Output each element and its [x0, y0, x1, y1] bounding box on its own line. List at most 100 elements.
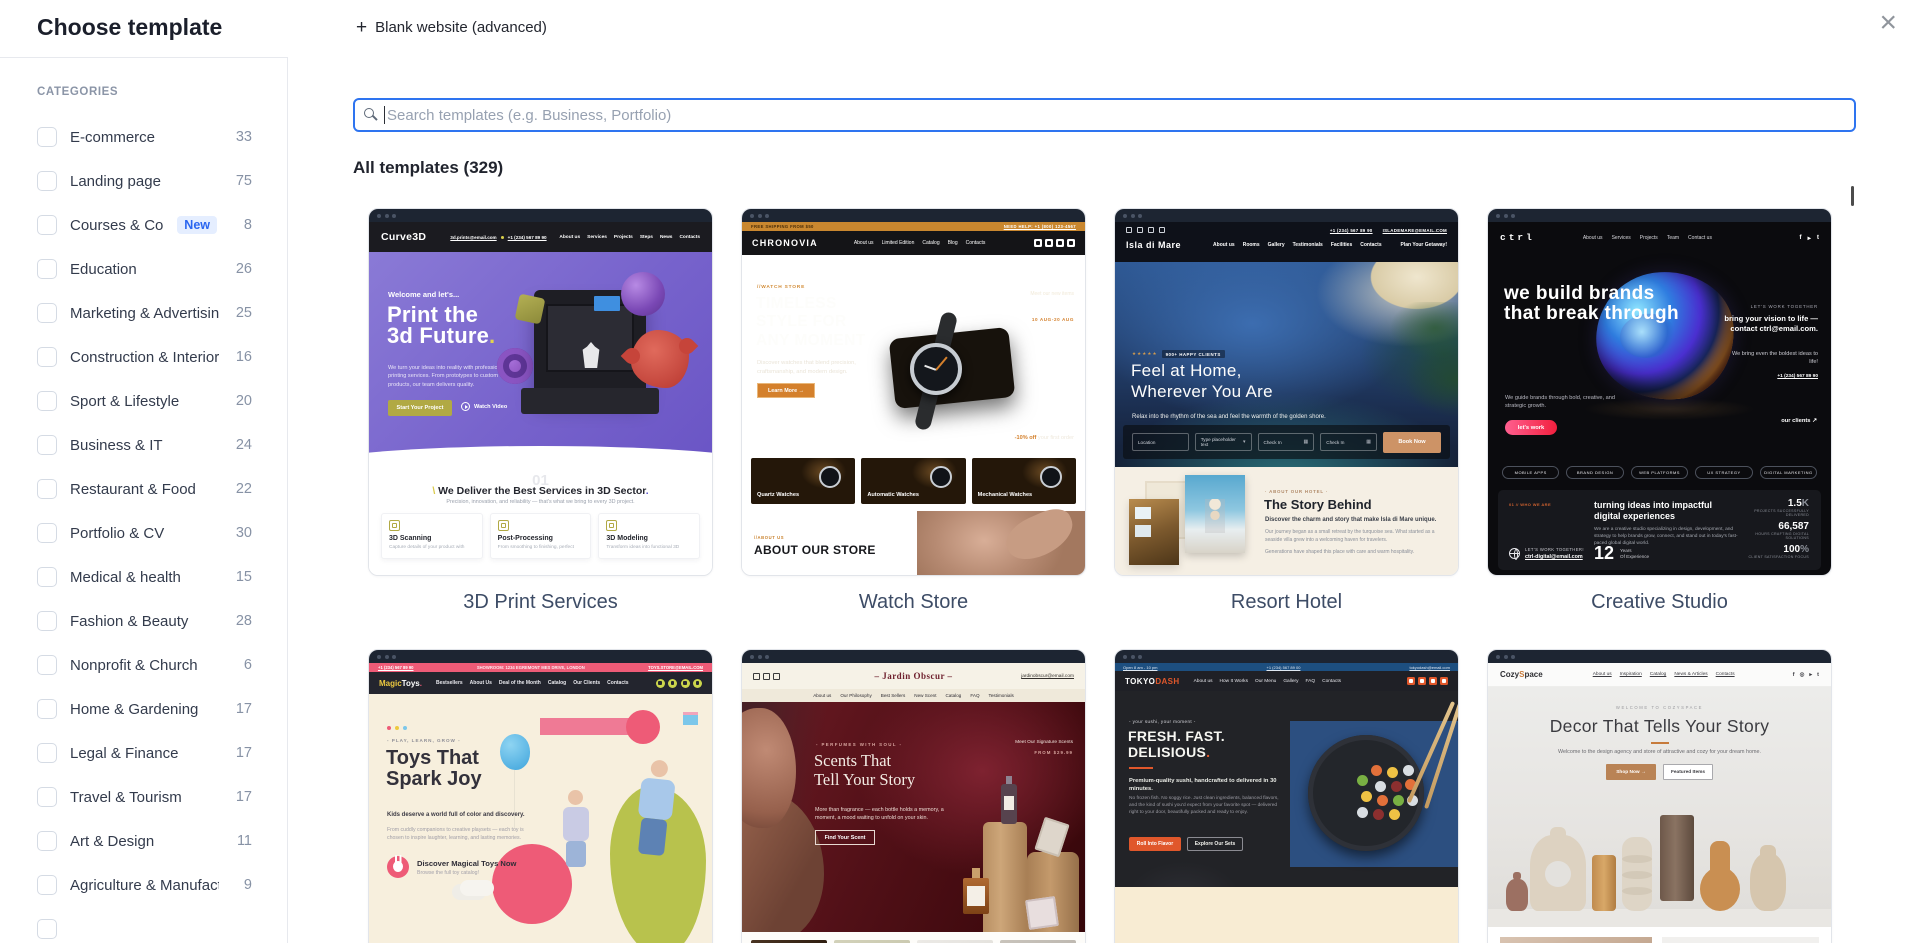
category-checkbox[interactable]	[37, 127, 57, 147]
mini-nav-item: FAQ	[1305, 678, 1316, 684]
category-checkbox[interactable]	[37, 435, 57, 455]
template-thumbnail[interactable]: +1 (234) 567 89 90 SHOWROOM: 1234 EGREMON…	[368, 649, 713, 943]
mini-nav-item: Contacts	[1360, 242, 1382, 248]
vases-graphic	[1488, 815, 1831, 927]
title-line: 3d Future	[387, 323, 490, 349]
mini-desc: More than fragrance — each bottle holds …	[815, 807, 944, 822]
template-thumbnail[interactable]: ctrl About us Services Projects Team Contact…	[1487, 208, 1832, 576]
mini-nav-item: Rooms	[1242, 242, 1260, 248]
sushi-plate-graphic	[1308, 735, 1424, 851]
mini-site-header: ctrl About us Services Projects Team Contact…	[1488, 222, 1831, 243]
category-item[interactable]: Marketing & Advertising 25	[0, 291, 287, 335]
category-checkbox[interactable]	[37, 875, 57, 895]
mini-nav: About us How It Works Our Menu Gallery FAQ Co…	[1194, 679, 1341, 684]
category-checkbox[interactable]	[37, 787, 57, 807]
decor-cube	[514, 293, 546, 325]
book-now-button: Book Now	[1383, 431, 1441, 453]
category-item[interactable]: Sport & Lifestyle 20	[0, 379, 287, 423]
mini-nav-item: New Scent	[914, 693, 937, 698]
social-icons: f ▸ t	[1799, 234, 1819, 242]
category-item[interactable]: Travel & Tourism 17	[0, 775, 287, 819]
category-checkbox[interactable]	[37, 831, 57, 851]
featured-items-button: Featured Items	[1663, 764, 1713, 780]
mini-nav-item: Contacts	[607, 680, 629, 686]
field-icon: ▦	[1366, 439, 1371, 445]
template-card-jardin-obscur: – Jardin Obscur – jardinobscur@email.com…	[741, 649, 1086, 943]
category-checkbox[interactable]	[37, 303, 57, 323]
aside-kicker: LET'S WORK TOGETHER	[1750, 304, 1818, 309]
category-item[interactable]: Construction & Interior 16	[0, 335, 287, 379]
category-count: 8	[243, 217, 252, 233]
mini-desc: We guide brands through bold, creative, …	[1505, 395, 1615, 410]
mini-site-header: Curve3D 3d.prints@email.com +1 (234) 567 …	[369, 222, 712, 252]
template-thumbnail[interactable]: +1 (234) 567 89 90 ISLADEMARE@EMAIL.COM I…	[1114, 208, 1459, 576]
child-figure	[560, 790, 594, 870]
template-thumbnail[interactable]: FREE SHIPPING FROM $50 NEED HELP: +1 (800…	[741, 208, 1086, 576]
mini-kicker: WELCOME TO COZYSPACE	[1615, 705, 1704, 710]
category-label: Medical & health	[70, 568, 181, 586]
browser-chrome	[1488, 650, 1831, 663]
tile-watch-icon	[1039, 466, 1062, 488]
category-item[interactable]: Restaurant & Food 22	[0, 467, 287, 511]
mini-nav: Bestsellers About Us Deal of the Month Cata…	[436, 680, 629, 686]
mini-nav: About us Services Projects Steps News Contact…	[559, 235, 700, 240]
figure-head	[568, 790, 583, 805]
category-item[interactable]: Home & Gardening 17	[0, 687, 287, 731]
category-checkbox[interactable]	[37, 391, 57, 411]
search-input[interactable]	[353, 98, 1856, 132]
category-item[interactable]: Courses & Coaching New 8	[0, 203, 287, 247]
mini-phone: +1 (234) 567 89 90	[507, 234, 547, 240]
template-thumbnail[interactable]: CozySpace About us Inspiration Catalog News…	[1487, 649, 1832, 943]
service-pill: WEB PLATFORMS	[1630, 466, 1689, 479]
category-item[interactable]: Landing page 75	[0, 159, 287, 203]
mini-hero: - PLAY, LEARN, GROW - Toys That Spark Jo…	[369, 694, 712, 943]
category-count: 17	[235, 745, 252, 761]
category-label: Landing page	[70, 172, 161, 190]
section-title-text: We Deliver the Best Services in 3D Secto…	[435, 485, 646, 497]
blank-website-button[interactable]: + Blank website (advanced)	[356, 18, 547, 37]
category-checkbox[interactable]	[37, 523, 57, 543]
category-item[interactable]: Agriculture & Manufacturing 9	[0, 863, 287, 907]
category-checkbox[interactable]	[37, 259, 57, 279]
mini-logo: Curve3D	[381, 231, 427, 243]
cta-text: Discover Magical Toys Now Browse the full…	[417, 859, 516, 876]
category-item[interactable]: Education 26	[0, 247, 287, 291]
donut-vase	[1530, 827, 1586, 911]
facebook-icon	[1034, 239, 1042, 247]
mini-title: Toys That Spark Joy	[386, 747, 482, 790]
window-dot	[1138, 213, 1142, 218]
category-checkbox[interactable]	[37, 611, 57, 631]
template-thumbnail[interactable]: Curve3D 3d.prints@email.com +1 (234) 567 …	[368, 208, 713, 576]
mini-nav: About us Rooms Gallery Testimonials Faciliti…	[1213, 242, 1382, 248]
stars-icon: ★★★★★	[1132, 351, 1158, 356]
dot-icon	[500, 235, 504, 239]
category-checkbox[interactable]	[37, 171, 57, 191]
category-checkbox[interactable]	[37, 919, 57, 939]
category-item[interactable]: Medical & health 15	[0, 555, 287, 599]
category-item[interactable]: Business & IT 24	[0, 423, 287, 467]
category-item[interactable]: Art & Design 11	[0, 819, 287, 863]
template-thumbnail[interactable]: Open 8 am - 10 pm +1 (234) 567 89 00 tokyo…	[1114, 649, 1459, 943]
category-item[interactable]: Portfolio & CV 30	[0, 511, 287, 555]
category-checkbox[interactable]	[37, 567, 57, 587]
template-thumbnail[interactable]: – Jardin Obscur – jardinobscur@email.com…	[741, 649, 1086, 943]
category-item[interactable]: Nonprofit & Church 6	[0, 643, 287, 687]
category-item[interactable]: Legal & Finance 17	[0, 731, 287, 775]
template-card-magictoys: +1 (234) 567 89 90 SHOWROOM: 1234 EGREMON…	[368, 649, 713, 943]
close-icon[interactable]: ×	[1879, 8, 1897, 38]
category-item-partial[interactable]	[0, 907, 287, 943]
search-bar	[353, 98, 1856, 132]
category-checkbox[interactable]	[37, 347, 57, 367]
title-line: Feel at Home,	[1131, 361, 1242, 380]
facebook-icon: f	[1792, 671, 1795, 678]
category-checkbox[interactable]	[37, 655, 57, 675]
category-item[interactable]: Fashion & Beauty 28	[0, 599, 287, 643]
vase	[1750, 845, 1786, 911]
category-checkbox[interactable]	[37, 479, 57, 499]
logo-part: TOKYO	[1125, 676, 1156, 686]
category-checkbox[interactable]	[37, 215, 57, 235]
category-item[interactable]: E-commerce 33	[0, 115, 287, 159]
category-checkbox[interactable]	[37, 699, 57, 719]
scrollbar-thumb[interactable]	[1851, 186, 1854, 206]
category-checkbox[interactable]	[37, 743, 57, 763]
